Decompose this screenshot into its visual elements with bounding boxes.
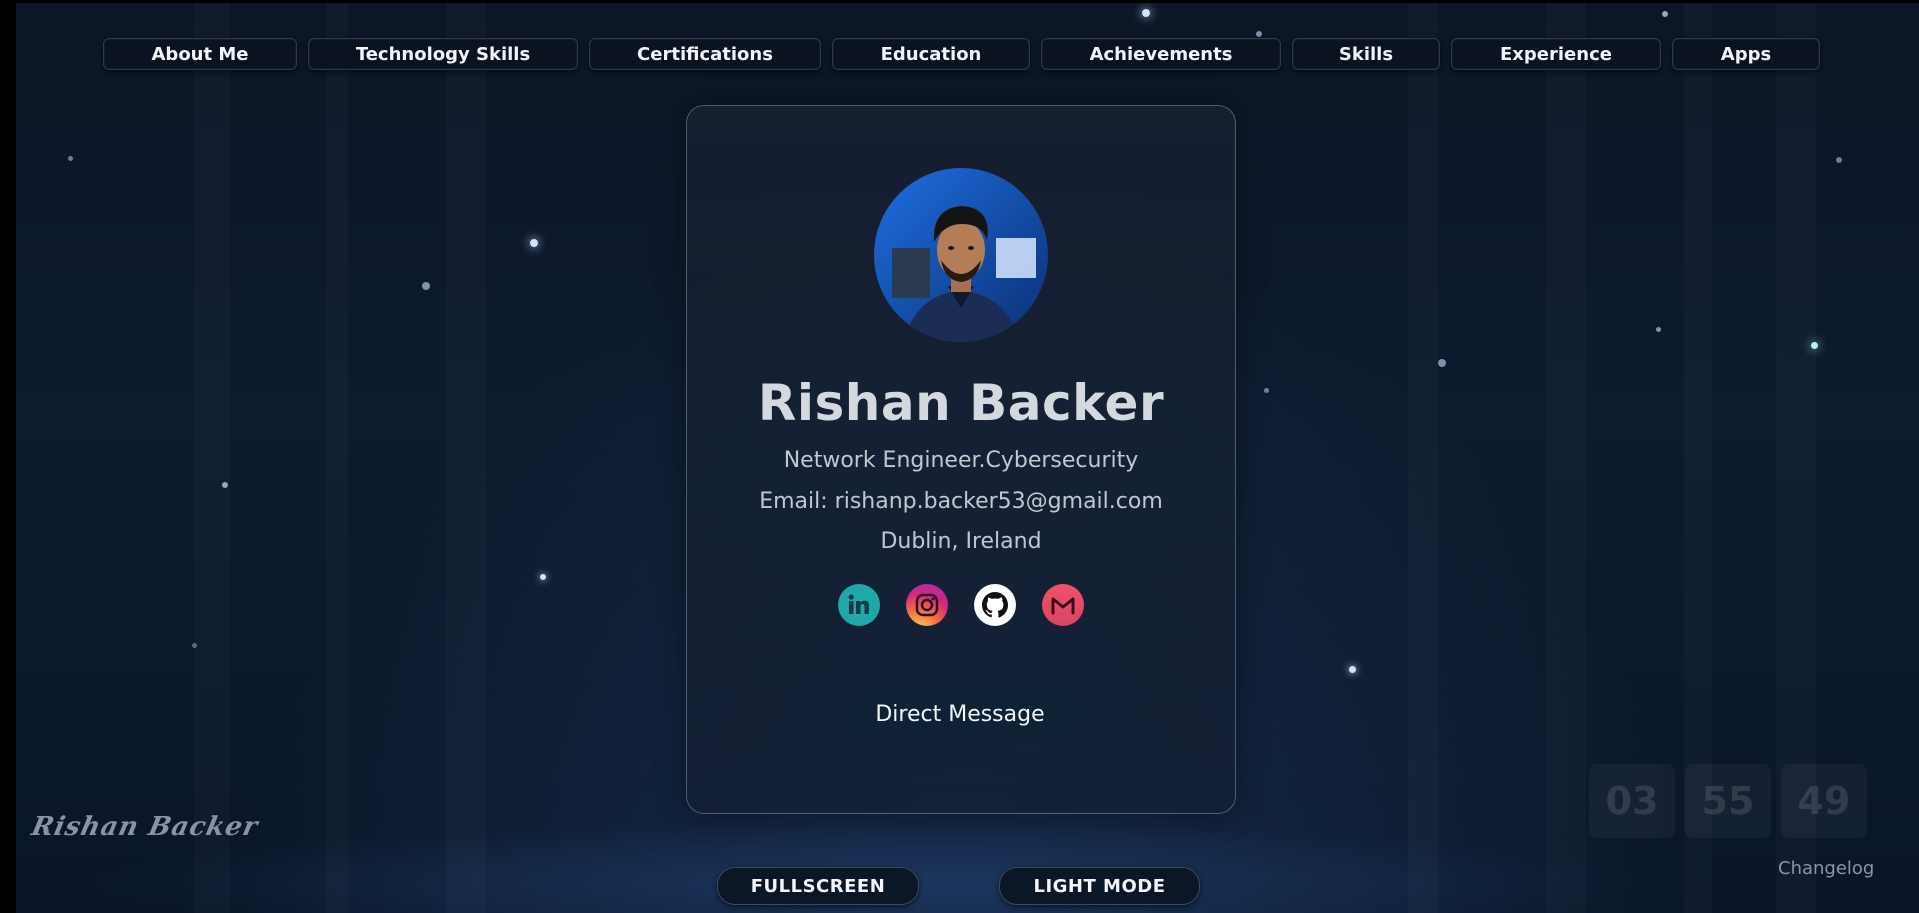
star <box>222 482 228 488</box>
profile-email: Email: rishanp.backer53@gmail.com <box>759 489 1163 514</box>
nav-experience[interactable]: Experience <box>1451 38 1661 70</box>
light-beam <box>446 3 486 913</box>
star <box>1836 157 1842 163</box>
light-beam <box>1546 3 1586 913</box>
github-icon[interactable] <box>974 584 1016 626</box>
star <box>1264 388 1269 393</box>
clock-minutes: 55 <box>1685 764 1771 838</box>
light-mode-button[interactable]: LIGHT MODE <box>999 867 1200 905</box>
star <box>192 643 197 648</box>
avatar <box>874 168 1048 342</box>
light-beam <box>326 3 348 913</box>
star <box>68 156 73 161</box>
star <box>530 239 538 247</box>
instagram-icon[interactable] <box>906 584 948 626</box>
signature-logo: Rishan Backer <box>28 812 261 842</box>
nav-technology-skills[interactable]: Technology Skills <box>308 38 578 70</box>
fullscreen-button[interactable]: FULLSCREEN <box>717 867 919 905</box>
star <box>1656 327 1661 332</box>
direct-message-button[interactable]: Direct Message <box>835 688 1085 740</box>
light-beam <box>194 3 230 913</box>
star <box>1811 342 1818 349</box>
star <box>1662 11 1668 17</box>
nav-certifications[interactable]: Certifications <box>589 38 821 70</box>
linkedin-icon[interactable] <box>838 584 880 626</box>
star <box>1349 666 1356 673</box>
star <box>1438 359 1446 367</box>
profile-name: Rishan Backer <box>757 374 1165 432</box>
profile-card: Rishan Backer Network Engineer.Cybersecu… <box>686 105 1236 814</box>
top-nav: About Me Technology Skills Certification… <box>0 38 1919 70</box>
nav-about-me[interactable]: About Me <box>103 38 297 70</box>
light-beam <box>1408 3 1438 913</box>
nav-apps[interactable]: Apps <box>1672 38 1820 70</box>
profile-location: Dublin, Ireland <box>880 529 1042 554</box>
star <box>1256 31 1262 37</box>
clock-seconds: 49 <box>1781 764 1867 838</box>
social-links <box>687 584 1235 626</box>
nav-education[interactable]: Education <box>832 38 1030 70</box>
star <box>540 574 546 580</box>
gmail-icon[interactable] <box>1042 584 1084 626</box>
clock-hours: 03 <box>1589 764 1675 838</box>
nav-achievements[interactable]: Achievements <box>1041 38 1281 70</box>
star <box>422 282 430 290</box>
changelog-link[interactable]: Changelog <box>1778 858 1874 879</box>
profile-title: Network Engineer.Cybersecurity <box>783 448 1139 473</box>
star <box>1142 9 1150 17</box>
nav-skills[interactable]: Skills <box>1292 38 1440 70</box>
